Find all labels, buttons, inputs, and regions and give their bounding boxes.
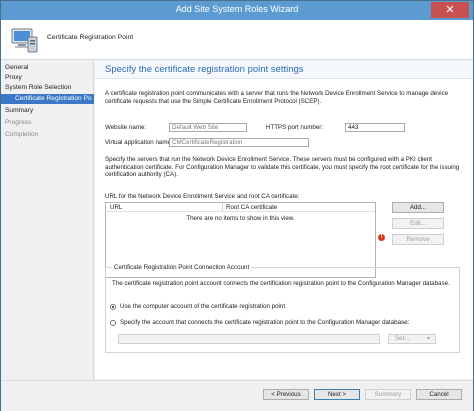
computer-account-label[interactable]: Use the computer account of the certific…: [120, 303, 285, 311]
set-account-button[interactable]: Set... ▼: [388, 334, 436, 344]
https-port-label: HTTPS port number:: [266, 124, 324, 131]
computer-server-icon: [11, 28, 38, 53]
page-title: Specify the certificate registration poi…: [105, 64, 304, 75]
nav-item-general[interactable]: General: [5, 64, 28, 71]
previous-button[interactable]: < Previous: [263, 389, 309, 400]
column-header-url[interactable]: URL: [110, 204, 122, 211]
nav-item-certificate-registration-point[interactable]: Certificate Registration Po: [1, 94, 94, 104]
page-subtitle: Certificate Registration Point: [47, 34, 134, 41]
column-header-root-ca[interactable]: Root CA certificate: [226, 204, 277, 211]
list-empty-message: There are no items to show in this view.: [186, 215, 295, 222]
specify-account-label[interactable]: Specify the account that connects the ce…: [120, 319, 450, 327]
account-field[interactable]: [118, 334, 380, 344]
add-button[interactable]: Add...: [392, 202, 444, 213]
wizard-nav: General Proxy System Role Selection Cert…: [1, 61, 94, 381]
servers-instruction-text: Specify the servers that run the Network…: [105, 156, 460, 179]
column-separator: [222, 203, 223, 212]
group-description: The certificate registration point accou…: [112, 280, 450, 287]
title-bar[interactable]: Add Site System Roles Wizard ✕: [1, 1, 473, 20]
wizard-header: Certificate Registration Point: [1, 20, 473, 60]
window-title: Add Site System Roles Wizard: [175, 4, 299, 14]
error-icon: !: [378, 234, 385, 241]
nav-item-completion: Completion: [5, 131, 39, 138]
website-field[interactable]: Default Web Site: [169, 123, 247, 132]
nav-item-progress: Progress: [5, 119, 32, 126]
edit-button[interactable]: Edit...: [392, 218, 444, 229]
wizard-content: Specify the certificate registration poi…: [95, 61, 473, 379]
website-label: Website name:: [105, 124, 147, 131]
close-button[interactable]: ✕: [431, 2, 469, 18]
https-port-field[interactable]: 443: [345, 123, 405, 132]
chevron-down-icon: ▼: [426, 336, 431, 342]
connection-account-group: Certificate Registration Point Connectio…: [105, 264, 460, 353]
wizard-window: Add Site System Roles Wizard ✕ Certifica…: [0, 0, 474, 411]
wizard-footer: < Previous Next > Summary Cancel: [1, 380, 473, 411]
nav-item-summary[interactable]: Summary: [5, 107, 33, 114]
cancel-button[interactable]: Cancel: [416, 389, 462, 400]
set-label: Set...: [395, 335, 410, 342]
summary-button[interactable]: Summary: [365, 389, 411, 400]
nav-item-proxy[interactable]: Proxy: [5, 74, 22, 81]
list-header: URL Root CA certificate: [106, 203, 375, 212]
virtual-app-label: Virtual application name:: [105, 139, 173, 146]
nav-item-system-role-selection[interactable]: System Role Selection: [5, 84, 71, 91]
description-text: A certificate registration point communi…: [105, 90, 449, 105]
specify-account-radio[interactable]: [110, 320, 116, 326]
computer-account-radio[interactable]: [110, 304, 116, 310]
next-button[interactable]: Next >: [314, 389, 360, 400]
group-legend: Certificate Registration Point Connectio…: [112, 264, 252, 271]
remove-button[interactable]: Remove: [392, 234, 444, 245]
virtual-app-field[interactable]: CMCertificateRegistration: [169, 138, 309, 147]
list-label: URL for the Network Device Enrollment Se…: [105, 193, 300, 200]
